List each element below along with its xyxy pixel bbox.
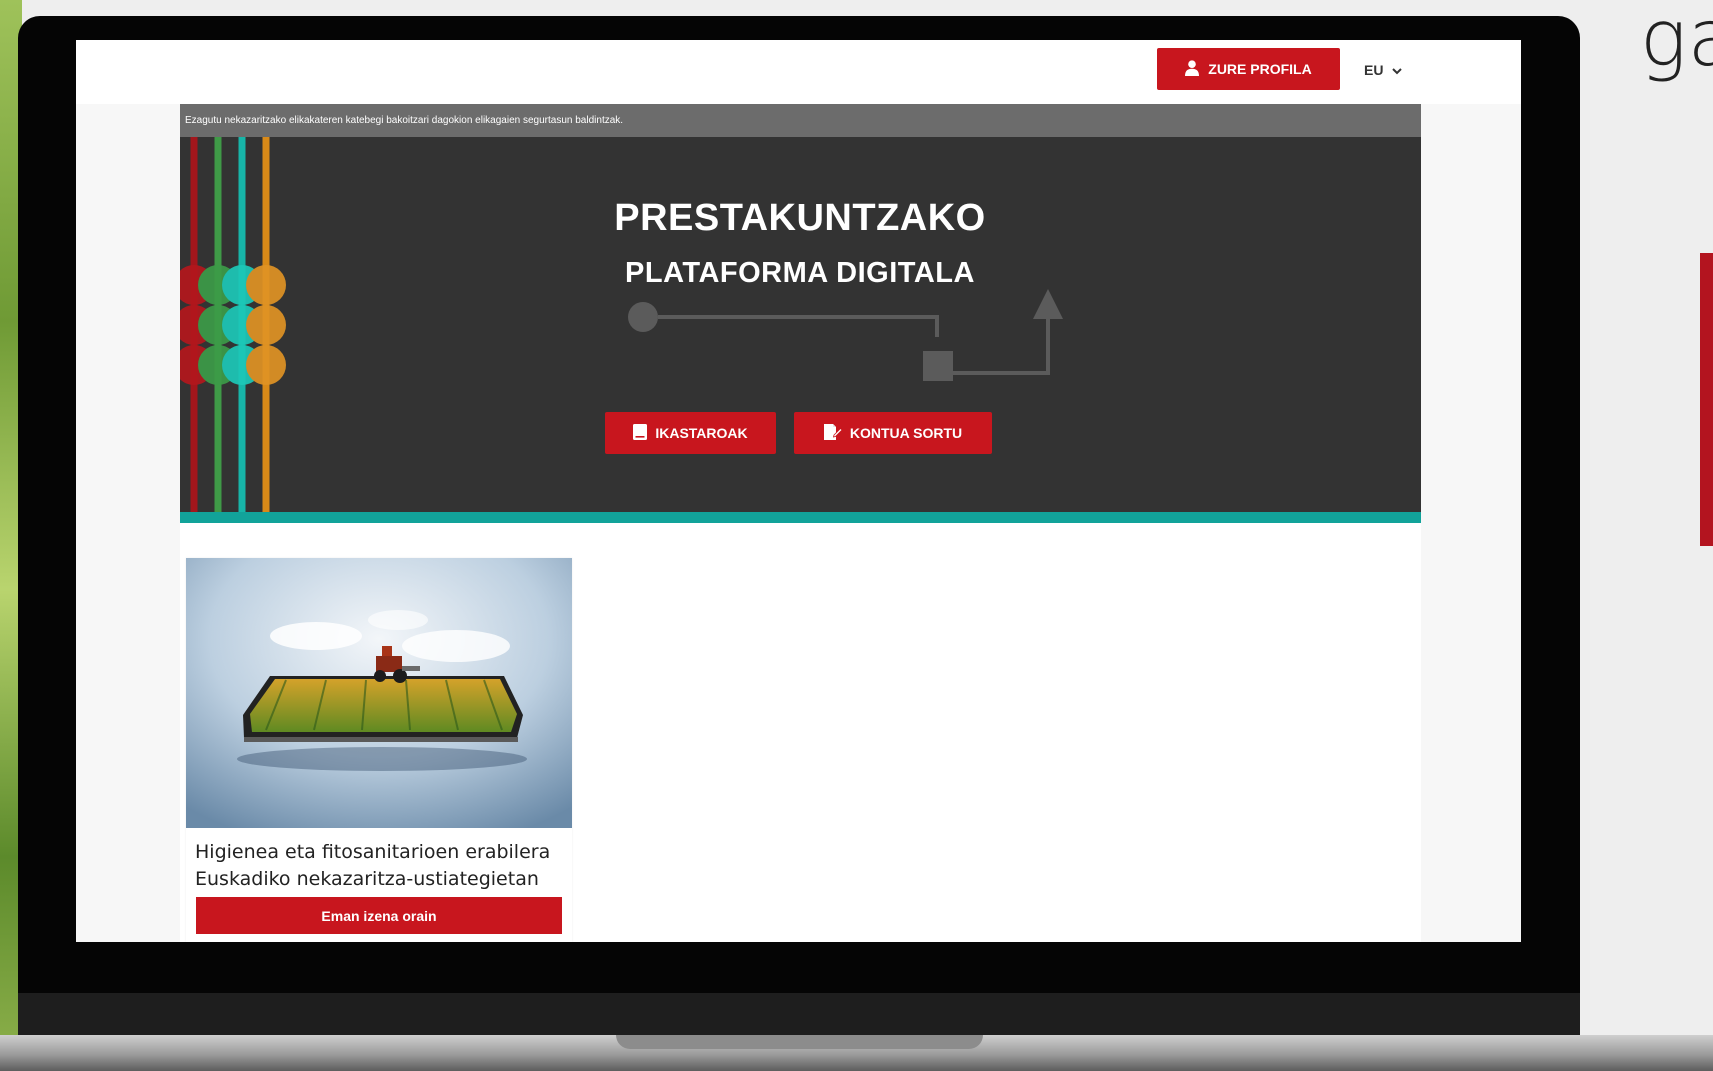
edit-icon: [823, 423, 843, 443]
background-text: ga: [1640, 0, 1713, 84]
language-label: EU: [1364, 62, 1384, 78]
hero-subtitle: PLATAFORMA DIGITALA: [625, 257, 975, 289]
register-now-button[interactable]: Eman izena orain: [196, 897, 562, 934]
hero-decoration: [180, 137, 1063, 512]
site-header: ZURE PROFILA EU: [76, 40, 1521, 104]
page-content: Ezagutu nekazaritzako elikakateren kateb…: [180, 104, 1421, 942]
profile-button-label: ZURE PROFILA: [1208, 61, 1312, 77]
laptop-chin: [18, 993, 1580, 1035]
courses-button-label: IKASTAROAK: [655, 425, 748, 441]
course-title: Higienea eta fitosanitarioen erabilera E…: [195, 841, 551, 890]
browser-viewport: ZURE PROFILA EU Ezagutu nekazaritzako el…: [76, 40, 1521, 942]
red-accent-bar: [1700, 253, 1713, 546]
notice-bar: Ezagutu nekazaritzako elikakateren kateb…: [180, 104, 1421, 137]
create-account-button-label: KONTUA SORTU: [849, 425, 963, 441]
course-card[interactable]: Higienea eta fitosanitarioen erabilera E…: [186, 558, 572, 942]
hero-accent-stripe: [180, 512, 1421, 523]
book-icon: [633, 423, 648, 443]
create-account-button[interactable]: KONTUA SORTU: [794, 412, 992, 454]
course-image: [186, 558, 572, 828]
hero-banner: PRESTAKUNTZAKO PLATAFORMA DIGITALA IKAST…: [180, 137, 1421, 512]
profile-button[interactable]: ZURE PROFILA: [1157, 48, 1340, 90]
courses-button[interactable]: IKASTAROAK: [605, 412, 776, 454]
hero-title: PRESTAKUNTZAKO: [614, 197, 986, 239]
user-icon: [1185, 59, 1200, 79]
chevron-down-icon: [1392, 62, 1403, 78]
language-selector[interactable]: EU: [1364, 62, 1403, 78]
laptop-notch: [616, 1035, 983, 1049]
